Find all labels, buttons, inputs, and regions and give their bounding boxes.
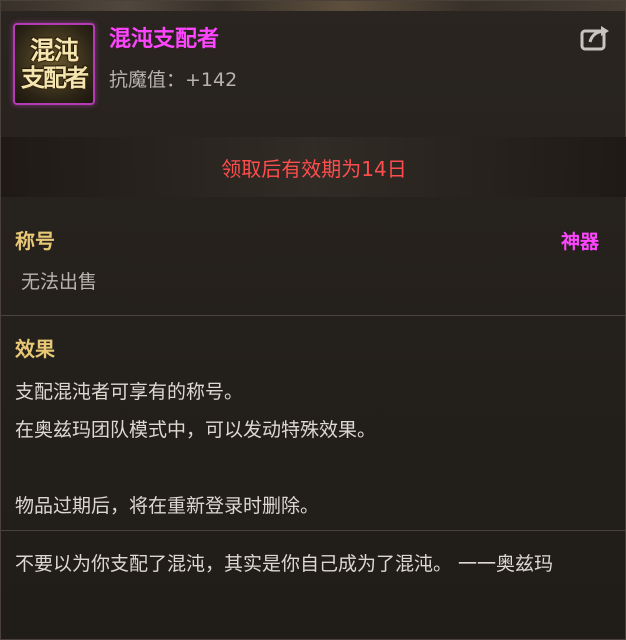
effect-line: 在奥兹玛团队模式中，可以发动特殊效果。: [15, 419, 377, 441]
item-type-label: 称号: [15, 229, 55, 253]
item-name: 混沌支配者: [109, 27, 220, 52]
item-tooltip: 混沌 支配者 混沌支配者 抗魔值：+142 领取后有效期为14日 称号 神器 无…: [0, 0, 626, 640]
tooltip-header: 混沌 支配者 混沌支配者 抗魔值：+142: [1, 11, 626, 135]
item-stat: 抗魔值：+142: [109, 69, 238, 91]
divider: [1, 315, 626, 316]
divider: [1, 530, 626, 531]
flavor-text: 不要以为你支配了混沌，其实是你自己成为了混沌。 一一奥兹玛: [15, 553, 554, 575]
icon-text-line2: 支配者: [21, 62, 89, 92]
rarity-label: 神器: [560, 231, 599, 253]
effect-title: 效果: [15, 337, 55, 361]
item-icon: 混沌 支配者: [13, 23, 95, 105]
effect-line: 支配混沌者可享有的称号。: [15, 381, 244, 403]
effect-line: 物品过期后，将在重新登录时删除。: [15, 495, 320, 517]
icon-text-line1: 混沌: [29, 36, 79, 66]
title-emblem-icon: 混沌 支配者: [15, 25, 93, 103]
trade-restriction: 无法出售: [21, 271, 98, 293]
expire-notice-bar: 领取后有效期为14日: [1, 137, 626, 197]
share-icon[interactable]: [579, 23, 613, 53]
expire-notice: 领取后有效期为14日: [221, 156, 407, 181]
background-strip: [1, 1, 626, 11]
